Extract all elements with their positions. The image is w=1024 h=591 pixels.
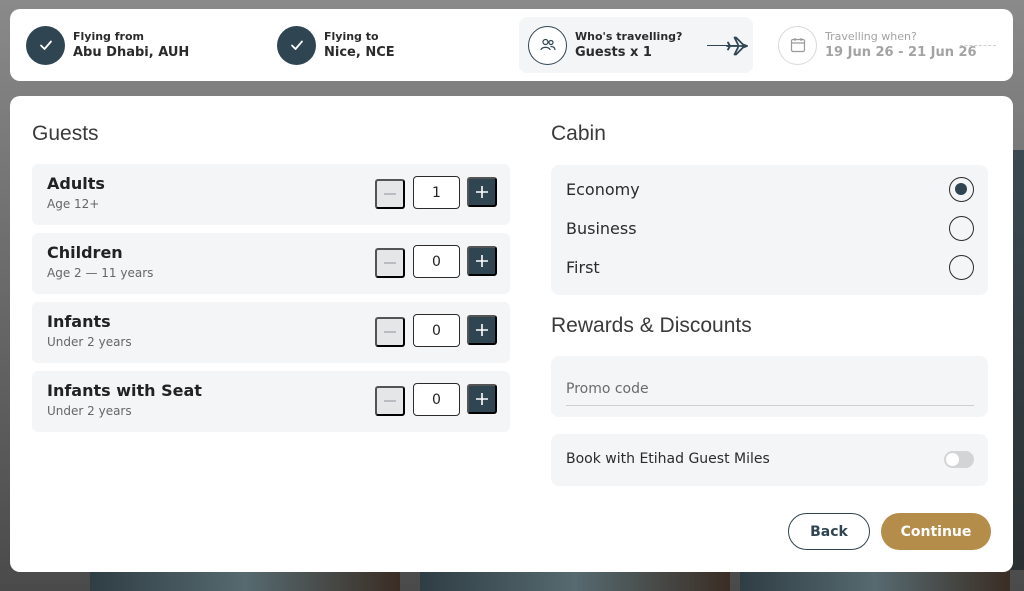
guest-age-label: Under 2 years bbox=[47, 335, 132, 349]
plane-icon bbox=[726, 36, 748, 60]
minus-icon bbox=[384, 262, 396, 264]
backdrop-photo bbox=[90, 569, 400, 591]
radio-button[interactable] bbox=[949, 216, 974, 241]
radio-button[interactable] bbox=[949, 177, 974, 202]
plus-icon bbox=[476, 186, 488, 198]
rewards-title: Rewards & Discounts bbox=[551, 314, 752, 337]
step-whos-travelling[interactable]: Who's travelling? Guests x 1 bbox=[528, 9, 682, 81]
step-value: Guests x 1 bbox=[575, 44, 652, 60]
guest-age-label: Age 12+ bbox=[47, 197, 100, 211]
minus-icon bbox=[384, 193, 396, 195]
guest-row-adults: Adults Age 12+ 1 bbox=[32, 164, 510, 225]
decrement-button[interactable] bbox=[375, 386, 405, 416]
step-flying-to[interactable]: Flying to Nice, NCE bbox=[277, 9, 395, 81]
step-label: Flying from bbox=[73, 29, 144, 43]
guest-type-label: Children bbox=[47, 243, 123, 262]
increment-button[interactable] bbox=[467, 177, 497, 207]
step-value: Nice, NCE bbox=[324, 44, 395, 60]
guest-count[interactable]: 0 bbox=[413, 383, 460, 416]
cabin-option-label: First bbox=[566, 258, 600, 277]
step-value: Abu Dhabi, AUH bbox=[73, 44, 190, 60]
increment-button[interactable] bbox=[467, 315, 497, 345]
minus-icon bbox=[384, 400, 396, 402]
guest-row-infants-with-seat: Infants with Seat Under 2 years 0 bbox=[32, 371, 510, 432]
step-flying-from[interactable]: Flying from Abu Dhabi, AUH bbox=[26, 9, 189, 81]
decrement-button[interactable] bbox=[375, 317, 405, 347]
etihad-miles-option: Book with Etihad Guest Miles bbox=[551, 434, 988, 486]
guest-count[interactable]: 1 bbox=[413, 176, 460, 209]
step-label: Flying to bbox=[324, 29, 379, 43]
guest-count[interactable]: 0 bbox=[413, 245, 460, 278]
radio-button[interactable] bbox=[949, 255, 974, 280]
step-label: Who's travelling? bbox=[575, 29, 683, 43]
booking-steps-bar: Flying from Abu Dhabi, AUH Flying to Nic… bbox=[10, 9, 1013, 81]
backdrop-photo bbox=[420, 569, 730, 591]
back-button[interactable]: Back bbox=[788, 513, 870, 550]
miles-label: Book with Etihad Guest Miles bbox=[566, 451, 770, 467]
people-icon bbox=[528, 25, 567, 65]
guest-selection-panel: Guests Adults Age 12+ 1 Children Age 2 —… bbox=[10, 96, 1013, 572]
plus-icon bbox=[476, 255, 488, 267]
cabin-option-label: Economy bbox=[566, 180, 640, 199]
cabin-options: Economy Business First bbox=[551, 165, 988, 295]
calendar-icon bbox=[778, 25, 817, 65]
step-label: Travelling when? bbox=[825, 29, 917, 43]
guest-type-label: Infants bbox=[47, 312, 111, 331]
cabin-option-label: Business bbox=[566, 219, 637, 238]
promo-code-input[interactable] bbox=[566, 373, 974, 406]
promo-code-box bbox=[551, 356, 988, 417]
check-icon bbox=[26, 25, 65, 65]
miles-toggle[interactable] bbox=[944, 451, 974, 468]
cabin-option-first[interactable]: First bbox=[566, 253, 974, 283]
cabin-option-business[interactable]: Business bbox=[566, 214, 974, 244]
guest-type-label: Adults bbox=[47, 174, 105, 193]
plus-icon bbox=[476, 393, 488, 405]
cabin-title: Cabin bbox=[551, 122, 606, 145]
progress-dashes bbox=[960, 45, 996, 46]
continue-button[interactable]: Continue bbox=[881, 513, 991, 550]
guest-count[interactable]: 0 bbox=[413, 314, 460, 347]
decrement-button[interactable] bbox=[375, 248, 405, 278]
guest-row-children: Children Age 2 — 11 years 0 bbox=[32, 233, 510, 294]
minus-icon bbox=[384, 331, 396, 333]
plus-icon bbox=[476, 324, 488, 336]
guest-age-label: Under 2 years bbox=[47, 404, 132, 418]
step-travelling-when[interactable]: Travelling when? 19 Jun 26 - 21 Jun 26 bbox=[778, 9, 977, 81]
guests-title: Guests bbox=[32, 122, 99, 145]
guest-row-infants: Infants Under 2 years 0 bbox=[32, 302, 510, 363]
backdrop-photo bbox=[740, 569, 1010, 591]
decrement-button[interactable] bbox=[375, 179, 405, 209]
increment-button[interactable] bbox=[467, 384, 497, 414]
guest-age-label: Age 2 — 11 years bbox=[47, 266, 154, 280]
cabin-option-economy[interactable]: Economy bbox=[566, 175, 974, 205]
guest-type-label: Infants with Seat bbox=[47, 381, 202, 400]
increment-button[interactable] bbox=[467, 246, 497, 276]
check-icon bbox=[277, 25, 316, 65]
step-value: 19 Jun 26 - 21 Jun 26 bbox=[825, 44, 977, 60]
